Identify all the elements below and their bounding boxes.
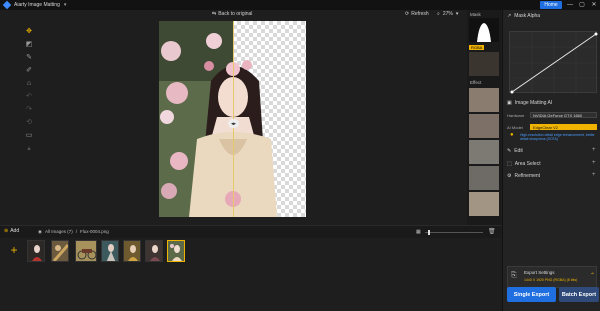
home-button[interactable]: Home	[540, 1, 562, 9]
reset-icon[interactable]: ⟲	[24, 117, 34, 127]
add-label: Add	[10, 228, 20, 234]
hardware-label: Hardware	[507, 113, 525, 118]
effect-thumbnail[interactable]	[469, 166, 499, 190]
ai-model-tip: High-resolution detail edge enhancement,…	[520, 133, 595, 141]
effect-thumbnail[interactable]	[469, 88, 499, 112]
fill-tool-icon[interactable]: ⌂	[24, 78, 34, 88]
refinement-icon: ⚙	[507, 173, 512, 179]
breadcrumb: ◉ All Images (7) / Flux-0004.png	[38, 229, 109, 235]
preview-strip: Mask RGBA Effect	[467, 10, 501, 225]
area-select-section[interactable]: ⬚ Area Select	[507, 161, 541, 167]
ai-chip-icon: ▣	[507, 100, 512, 106]
hardware-select[interactable]: NVIDIA GeForce GTX 1660	[530, 112, 597, 118]
back-to-original-label: Back to original	[218, 11, 253, 17]
eraser-tool-icon[interactable]: ◩	[24, 39, 34, 49]
back-to-original-button[interactable]: ⇆ Back to original	[212, 11, 252, 17]
effect-label: Effect	[470, 80, 482, 85]
maximize-icon[interactable]: ▢	[577, 0, 587, 10]
all-images-link[interactable]: All Images (7)	[45, 229, 73, 235]
edit-label: Edit	[514, 148, 523, 154]
refresh-label: Refresh	[411, 11, 429, 17]
breadcrumb-separator: /	[75, 229, 77, 234]
area-select-icon: ⬚	[507, 161, 512, 167]
add-images-button[interactable]: ⊕ Add	[4, 228, 19, 234]
add-image-icon[interactable]: +	[8, 244, 20, 256]
ai-model-select[interactable]: EdgeClear V2	[530, 124, 597, 130]
thumbnail-strip: +	[0, 238, 501, 311]
batch-export-button[interactable]: Batch Export	[559, 287, 599, 302]
collapse-icon[interactable]: ▴	[24, 143, 34, 153]
mask-label: Mask	[470, 12, 481, 17]
plus-icon[interactable]: +	[592, 172, 596, 178]
refinement-label: Refinement	[514, 173, 541, 179]
current-file-name: Flux-0004.png	[79, 229, 109, 234]
image-thumbnail[interactable]	[75, 240, 97, 262]
trash-icon[interactable]: 🗑	[488, 228, 496, 235]
rgba-badge: RGBA	[469, 45, 485, 50]
toolbar: ⇆ Back to original ⟳ Refresh ⌕ 27% ▾	[0, 10, 500, 19]
magic-brush-tool-icon[interactable]: ✐	[24, 65, 34, 75]
area-select-label: Area Select	[514, 161, 541, 167]
chevron-down-icon: ▾	[455, 11, 459, 17]
export-settings-card[interactable]: ⎘ Export Settings 1440 X 1920 PNG (RGBA)…	[507, 266, 597, 288]
eye-icon[interactable]: ◉	[38, 229, 42, 235]
curve-icon: ↗	[507, 13, 512, 19]
image-thumbnail-selected[interactable]	[167, 240, 185, 262]
export-icon: ⎘	[511, 272, 517, 279]
thumbnail-size-icon: ▦	[416, 229, 421, 235]
effect-thumbnail[interactable]	[469, 114, 499, 138]
mask-thumbnail[interactable]	[469, 18, 499, 42]
image-thumbnail[interactable]	[101, 240, 119, 262]
image-thumbnail[interactable]	[27, 240, 45, 262]
plus-icon[interactable]: +	[592, 160, 596, 166]
zoom-control[interactable]: ⌕ 27% ▾	[437, 11, 458, 17]
refresh-icon: ⟳	[405, 11, 410, 17]
image-list-bar: ⊕ Add ◉ All Images (7) / Flux-0004.png ▦…	[0, 225, 501, 238]
slider-knob[interactable]	[427, 230, 430, 235]
edit-section[interactable]: ✎ Edit	[507, 148, 523, 154]
single-export-button[interactable]: Single Export	[507, 287, 556, 302]
settings-panel: ↗ Mask Alpha ▣ Image Matting AI Hardware…	[502, 10, 600, 311]
alpha-curve-editor[interactable]	[509, 31, 598, 94]
rgba-thumbnail[interactable]	[469, 52, 499, 76]
app-window: Aiarty Image Matting ▾ Home — ▢ ✕ ⇆ Back…	[0, 0, 600, 311]
compare-icon: ⇆	[212, 11, 217, 17]
tool-rail: ✥ ◩ ✎ ✐ ⌂ ↶ ↷ ⟲ ▭ ▴	[22, 26, 36, 156]
app-logo-icon	[2, 0, 12, 10]
image-matting-ai-label: Image Matting AI	[514, 100, 553, 106]
plus-icon[interactable]: +	[592, 147, 596, 153]
thumbnail-size-slider[interactable]	[425, 230, 483, 235]
chevron-up-icon[interactable]: ⌃	[590, 272, 595, 279]
move-tool-icon[interactable]: ✥	[24, 26, 34, 36]
export-settings-label: Export Settings	[524, 270, 555, 275]
info-icon: ●	[510, 132, 514, 138]
ai-model-label: AI Model	[507, 125, 523, 130]
mask-alpha-header: ↗ Mask Alpha	[507, 13, 540, 19]
refinement-section[interactable]: ⚙ Refinement	[507, 173, 540, 179]
zoom-value: 27%	[442, 11, 453, 17]
redo-icon[interactable]: ↷	[24, 104, 34, 114]
brush-tool-icon[interactable]: ✎	[24, 52, 34, 62]
undo-icon[interactable]: ↶	[24, 91, 34, 101]
export-settings-value: 1440 X 1920 PNG (RGBA) (8 bits)	[524, 278, 578, 282]
effect-thumbnail[interactable]	[469, 192, 499, 216]
refresh-button[interactable]: ⟳ Refresh	[405, 11, 429, 17]
title-bar: Aiarty Image Matting ▾ Home — ▢ ✕	[0, 0, 600, 10]
effect-thumbnail[interactable]	[469, 140, 499, 164]
image-thumbnail[interactable]	[145, 240, 163, 262]
app-title: Aiarty Image Matting	[14, 2, 60, 8]
image-matting-ai-header: ▣ Image Matting AI	[507, 100, 552, 106]
minimize-icon[interactable]: —	[565, 0, 575, 10]
add-circle-icon: ⊕	[4, 228, 9, 234]
image-canvas[interactable]: ◂▸	[159, 21, 306, 217]
mask-alpha-label: Mask Alpha	[514, 13, 541, 19]
fit-screen-icon[interactable]: ▭	[24, 130, 34, 140]
chevron-down-icon[interactable]: ▾	[64, 2, 67, 8]
close-icon[interactable]: ✕	[589, 0, 599, 10]
compare-split-handle[interactable]: ◂▸	[228, 119, 239, 128]
image-thumbnail[interactable]	[123, 240, 141, 262]
zoom-icon: ⌕	[437, 11, 440, 17]
edit-icon: ✎	[507, 148, 512, 154]
image-thumbnail[interactable]	[51, 240, 69, 262]
